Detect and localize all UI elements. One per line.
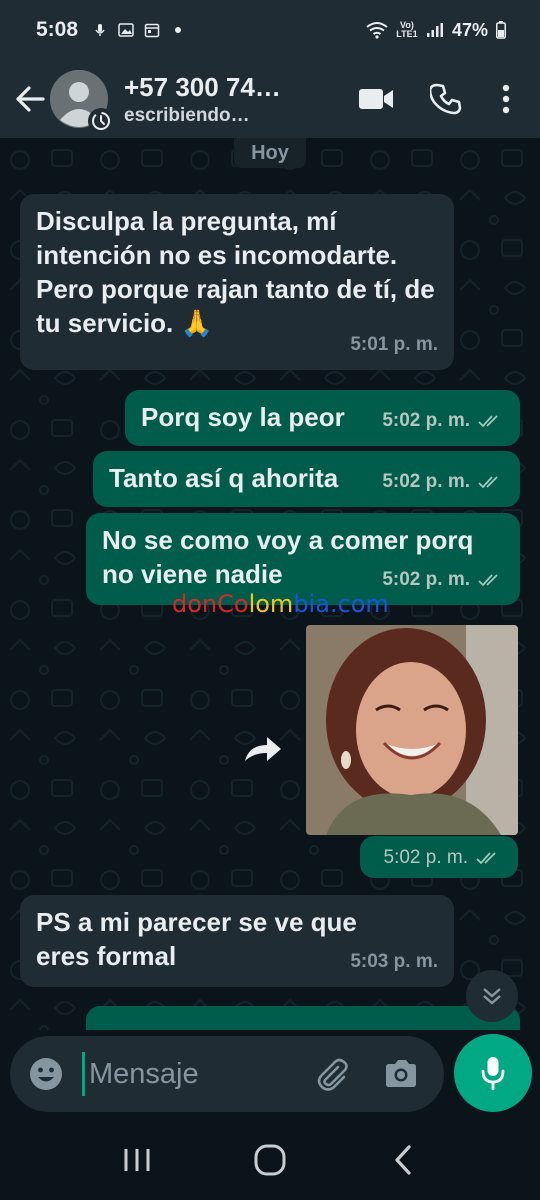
double-chevron-down-icon bbox=[483, 988, 501, 1005]
battery-percent: 47% bbox=[451, 19, 488, 40]
image-message-meta: 5:02 p. m. bbox=[360, 836, 518, 878]
message-bubble-outgoing[interactable]: Tanto así q ahorita 5:02 p. m. bbox=[93, 451, 520, 507]
status-badge bbox=[88, 108, 114, 134]
message-time: 5:03 p. m. bbox=[350, 951, 438, 972]
message-meta: 5:03 p. m. bbox=[350, 945, 438, 979]
camera-icon bbox=[386, 1060, 416, 1087]
emoji-icon bbox=[30, 1058, 62, 1090]
status-notification-icons bbox=[92, 22, 186, 38]
emoji-button[interactable] bbox=[24, 1052, 68, 1096]
message-input[interactable] bbox=[82, 1052, 282, 1096]
scroll-to-bottom-button[interactable] bbox=[466, 970, 518, 1022]
read-receipt-icon bbox=[478, 476, 498, 489]
read-receipt-icon bbox=[478, 415, 498, 428]
header-actions bbox=[356, 79, 516, 119]
image-content bbox=[306, 625, 518, 835]
message-time: 5:02 p. m. bbox=[382, 569, 470, 590]
timer-badge-icon bbox=[92, 112, 110, 130]
chat-header: +57 300 74… escribiendo… bbox=[0, 60, 540, 138]
message-bubble-incoming[interactable]: PS a mi parecer se ve que eres formal 5:… bbox=[20, 895, 454, 987]
network-label: Vo) LTE1 bbox=[396, 20, 418, 39]
message-time: 5:02 p. m. bbox=[382, 410, 470, 431]
recent-apps-icon bbox=[124, 1149, 150, 1171]
message-time: 5:02 p. m. bbox=[382, 471, 470, 492]
message-meta: 5:02 p. m. bbox=[382, 404, 504, 438]
message-meta: 5:02 p. m. bbox=[382, 563, 504, 597]
contact-name: +57 300 74… bbox=[124, 71, 281, 102]
home-icon bbox=[254, 1144, 286, 1176]
attach-button[interactable] bbox=[310, 1053, 352, 1095]
contact-status: escribiendo… bbox=[124, 104, 250, 126]
calendar-status-icon bbox=[144, 23, 160, 38]
message-text: Porq soy la peor bbox=[141, 402, 345, 432]
read-receipt-icon bbox=[476, 852, 496, 865]
message-composer bbox=[0, 1030, 540, 1118]
video-call-icon bbox=[359, 89, 393, 109]
contact-info[interactable]: +57 300 74… escribiendo… bbox=[124, 72, 304, 127]
day-label: Hoy bbox=[234, 138, 306, 168]
status-bar: 5:08 Vo) LTE1 47% bbox=[0, 0, 540, 60]
message-bubble-incoming[interactable]: Disculpa la pregunta, mí intención no es… bbox=[20, 194, 454, 370]
avatar[interactable] bbox=[50, 70, 114, 134]
phone-icon bbox=[430, 83, 462, 115]
signal-icon bbox=[426, 23, 443, 37]
image-message[interactable] bbox=[306, 625, 518, 835]
forward-icon bbox=[245, 737, 281, 761]
message-meta: 5:01 p. m. bbox=[350, 328, 438, 362]
microphone-icon bbox=[481, 1057, 505, 1091]
dot-status-icon bbox=[175, 27, 182, 33]
gallery-status-icon bbox=[118, 23, 134, 37]
video-call-button[interactable] bbox=[356, 79, 396, 119]
back-arrow-icon bbox=[16, 86, 45, 112]
home-button[interactable] bbox=[240, 1135, 300, 1185]
mic-status-icon bbox=[95, 24, 105, 36]
message-time: 5:01 p. m. bbox=[350, 334, 438, 355]
forward-button[interactable] bbox=[241, 733, 287, 763]
battery-icon bbox=[496, 21, 506, 39]
message-bubble-outgoing[interactable]: Porq soy la peor 5:02 p. m. bbox=[125, 390, 520, 446]
message-time: 5:02 p. m. bbox=[383, 847, 469, 868]
composer-pill bbox=[10, 1036, 444, 1112]
chat-area[interactable]: Hoy Disculpa la pregunta, mí intención n… bbox=[0, 138, 540, 1030]
nav-back-button[interactable] bbox=[373, 1135, 433, 1185]
message-text: Disculpa la pregunta, mí intención no es… bbox=[36, 206, 435, 338]
watermark: donColombia.com bbox=[172, 590, 389, 618]
more-vert-icon bbox=[502, 84, 510, 114]
voice-message-button[interactable] bbox=[454, 1034, 532, 1112]
status-right: Vo) LTE1 47% bbox=[366, 20, 506, 41]
message-meta: 5:02 p. m. bbox=[384, 847, 503, 869]
message-bubble-outgoing-partial[interactable] bbox=[86, 1006, 520, 1030]
more-options-button[interactable] bbox=[496, 79, 516, 119]
camera-button[interactable] bbox=[380, 1053, 422, 1095]
paperclip-icon bbox=[317, 1058, 348, 1091]
read-receipt-icon bbox=[478, 574, 498, 587]
nav-back-icon bbox=[395, 1145, 411, 1175]
status-time: 5:08 bbox=[36, 18, 79, 41]
wifi-icon bbox=[366, 22, 388, 39]
voice-call-button[interactable] bbox=[426, 79, 466, 119]
system-nav-bar bbox=[0, 1120, 540, 1200]
message-meta: 5:02 p. m. bbox=[382, 465, 504, 499]
recent-apps-button[interactable] bbox=[107, 1135, 167, 1185]
message-text: Tanto así q ahorita bbox=[109, 463, 339, 493]
